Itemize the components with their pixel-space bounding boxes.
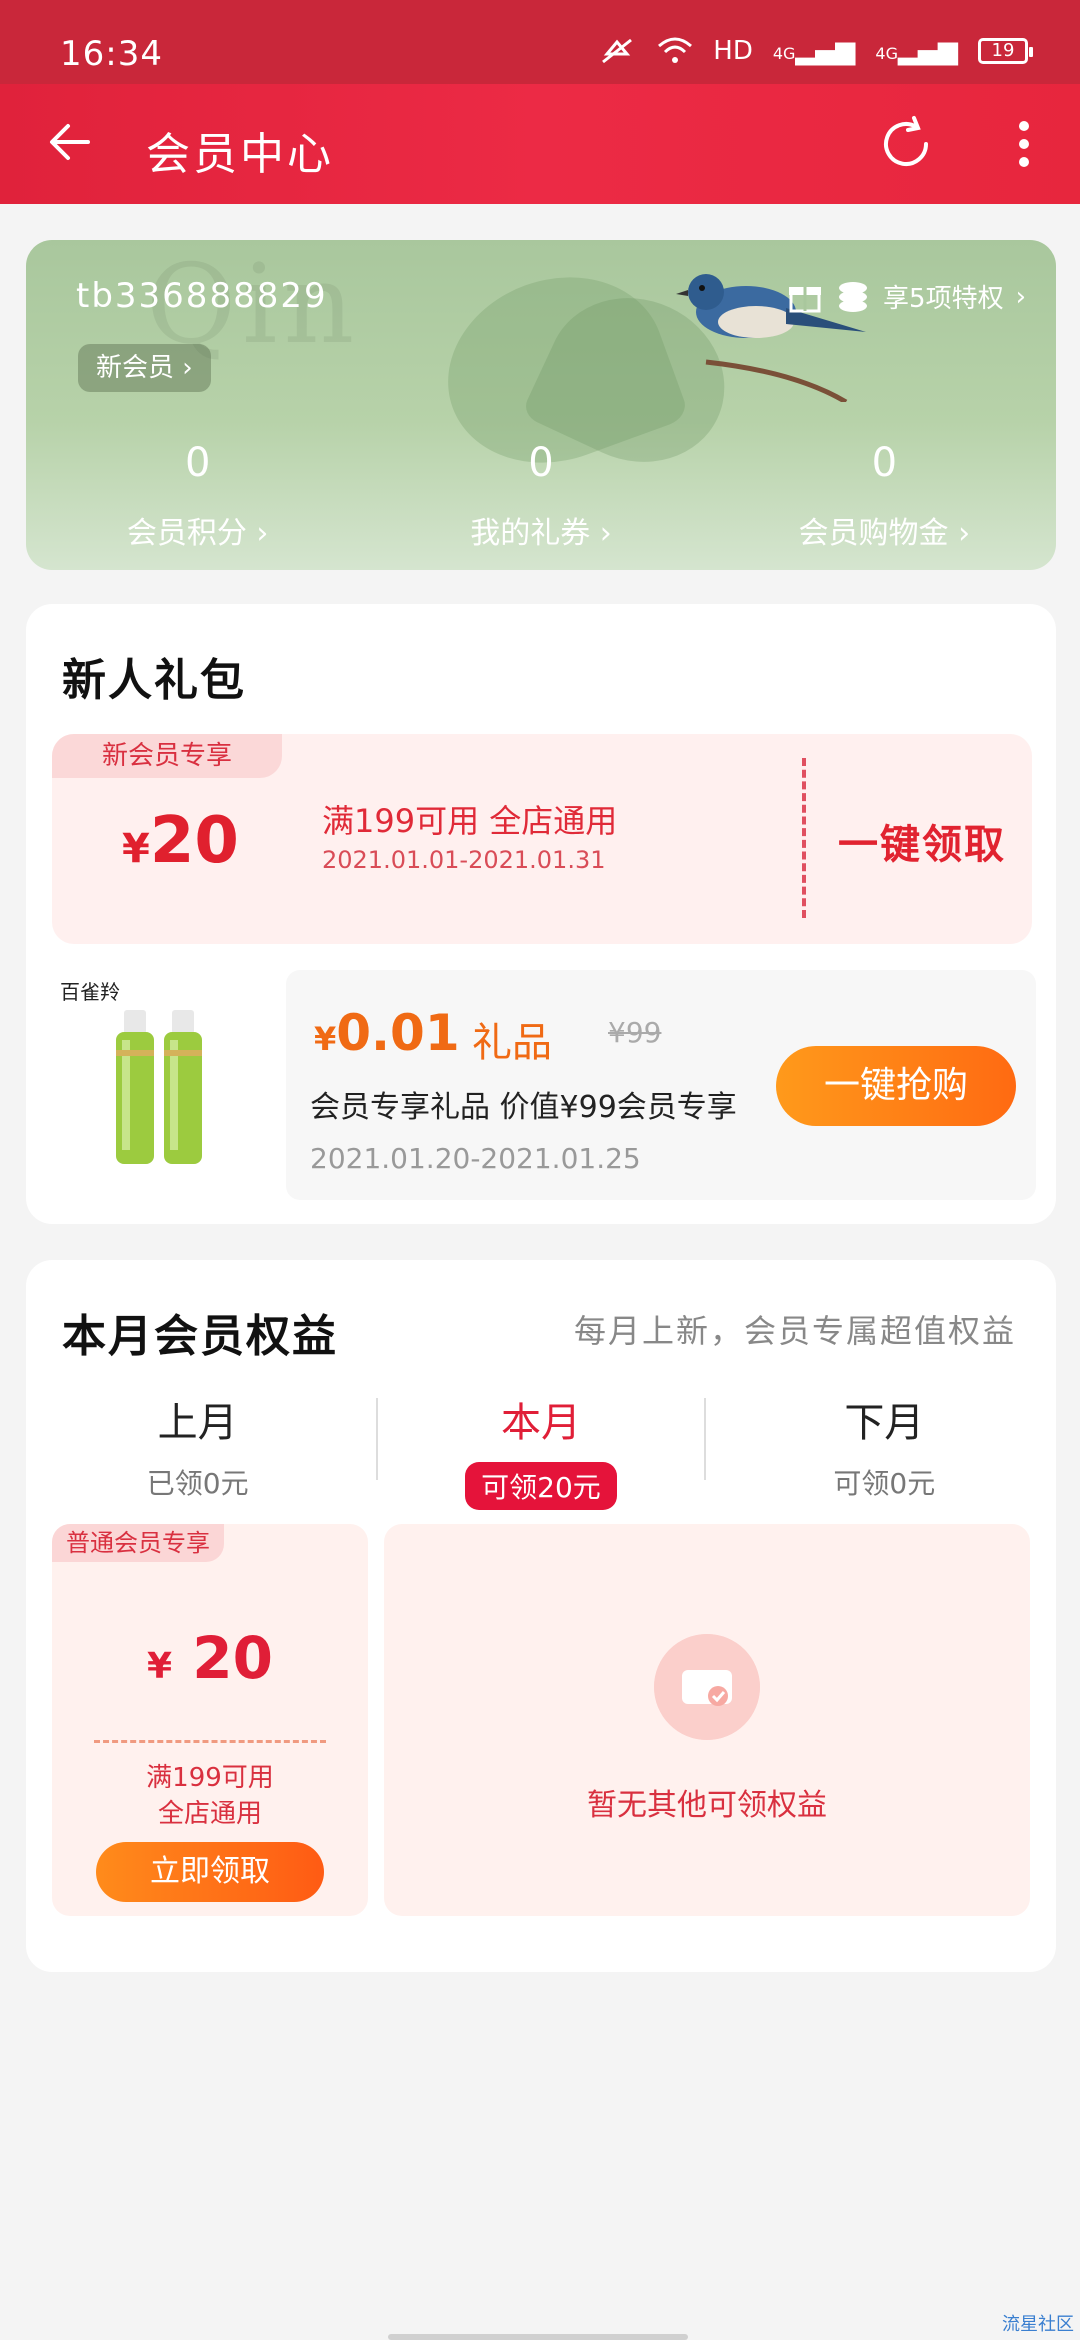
buy-now-button[interactable]: 一键抢购	[776, 1046, 1016, 1126]
new-gift-panel: 新人礼包 新会员专享 ¥20 满199可用 全店通用 2021.01.01-20…	[26, 604, 1056, 1224]
month-name: 本月	[500, 1400, 581, 1446]
wifi-icon	[658, 37, 693, 63]
benefit-amount-value: 20	[192, 1624, 273, 1692]
stat-label: 我的礼券 ›	[470, 516, 612, 551]
tab-divider	[376, 1398, 378, 1480]
tab-last-month[interactable]: 上月 已领0元	[26, 1390, 369, 1510]
empty-text: 暂无其他可领权益	[587, 1788, 827, 1823]
benefit-condition-line: 满199可用	[146, 1763, 274, 1793]
coupon-divider	[802, 758, 806, 918]
status-icons: HD 4G▂▄▆ 4G▂▄▆ 19	[597, 36, 1033, 66]
bird-illustration	[676, 274, 866, 402]
app-bar: 会员中心	[0, 84, 1080, 204]
claim-coupon-button[interactable]: 一键领取	[838, 812, 1006, 870]
gift-icon	[789, 286, 822, 312]
currency-symbol: ¥	[122, 826, 150, 872]
claim-now-button[interactable]: 立即领取	[96, 1842, 324, 1902]
product-info: ¥0.01 礼品 ¥99 会员专享礼品 价值¥99会员专享 2021.01.20…	[286, 970, 1036, 1200]
signal-icon: 4G▂▄▆	[772, 36, 856, 66]
stat-value: 0	[871, 440, 898, 486]
product-price-value: 0.01	[336, 1004, 460, 1062]
product-price: ¥0.01	[314, 1004, 460, 1062]
new-member-coupon: 新会员专享 ¥20 满199可用 全店通用 2021.01.01-2021.01…	[52, 734, 1032, 944]
member-level-badge[interactable]: 新会员 ›	[78, 344, 211, 392]
coupon-tag: 新会员专享	[52, 734, 283, 778]
stat-value: 0	[528, 440, 554, 486]
month-name: 下月	[844, 1400, 925, 1446]
privileges-label: 享5项特权	[883, 284, 1004, 314]
signal-icon-2: 4G▂▄▆	[875, 36, 958, 66]
chevron-right-icon: ›	[1015, 281, 1026, 312]
monthly-benefits-panel: 本月会员权益 每月上新，会员专属超值权益 上月 已领0元 本月 可领20元 下月…	[26, 1260, 1056, 1972]
section-title: 新人礼包	[62, 655, 246, 706]
original-price: ¥99	[608, 1016, 662, 1049]
mute-icon	[602, 38, 633, 64]
month-tabs: 上月 已领0元 本月 可领20元 下月 可领0元	[26, 1390, 1056, 1510]
watermark-text: 流星社区	[1002, 2314, 1074, 2335]
stat-points[interactable]: 0 会员积分 ›	[26, 440, 369, 552]
tab-this-month[interactable]: 本月 可领20元	[369, 1390, 712, 1510]
status-bar: 16:34 HD 4G▂▄▆ 4G▂▄▆ 19	[0, 0, 1080, 84]
tab-divider	[704, 1398, 706, 1480]
network-label: HD	[713, 36, 753, 66]
privileges-link[interactable]: 享5项特权 ›	[787, 278, 1026, 315]
member-stats: 0 会员积分 › 0 我的礼券 › 0 会员购物金 ›	[26, 440, 1056, 552]
benefit-condition: 满199可用 全店通用	[52, 1760, 368, 1832]
tab-next-month[interactable]: 下月 可领0元	[713, 1390, 1056, 1510]
coupon-amount: ¥20	[122, 804, 239, 878]
back-arrow-icon[interactable]	[44, 112, 104, 172]
stat-label: 会员购物金 ›	[798, 516, 971, 551]
stat-shopping-credit[interactable]: 0 会员购物金 ›	[713, 440, 1056, 552]
month-status-badge: 可领20元	[465, 1462, 617, 1510]
user-id: tb336888829	[76, 276, 328, 316]
member-card: Qin tb336888829 新会员 › 享5项特权 › 0 会员积分 › 0…	[26, 240, 1056, 570]
benefit-amount: ¥ 20	[52, 1624, 368, 1692]
benefit-coupon: 普通会员专享 ¥ 20 满199可用 全店通用 立即领取	[52, 1524, 368, 1916]
benefit-tag: 普通会员专享	[52, 1524, 224, 1562]
coupon-date: 2021.01.01-2021.01.31	[322, 846, 606, 874]
section-subtitle: 每月上新，会员专属超值权益	[573, 1312, 1016, 1350]
battery-icon: 19	[978, 38, 1033, 64]
currency-symbol: ¥	[147, 1646, 173, 1687]
benefit-divider	[94, 1740, 326, 1743]
coupon-amount-value: 20	[149, 804, 239, 878]
coupon-condition: 满199可用 全店通用	[322, 802, 618, 840]
gift-label: 礼品	[472, 1020, 552, 1066]
section-title: 本月会员权益	[62, 1311, 338, 1362]
currency-symbol: ¥	[314, 1020, 337, 1058]
gift-product: 百雀羚 ¥0.01 礼品 ¥99 会员专享礼品 价值¥99会员专享 2021.0…	[46, 970, 1036, 1200]
member-level-label: 新会员	[96, 353, 175, 383]
product-brand: 百雀羚	[60, 980, 120, 1004]
signal-label-2: 4G	[875, 44, 898, 63]
stat-label: 会员积分 ›	[126, 516, 269, 551]
page-title: 会员中心	[146, 129, 334, 180]
month-status: 已领0元	[146, 1467, 249, 1500]
signal-label: 4G	[772, 44, 796, 63]
empty-coupon-icon	[654, 1634, 760, 1740]
month-status: 可领0元	[833, 1467, 936, 1500]
home-indicator[interactable]	[388, 2334, 688, 2340]
stat-label-text: 会员积分	[126, 516, 247, 551]
product-description: 会员专享礼品 价值¥99会员专享	[310, 1090, 737, 1125]
coins-icon	[839, 281, 868, 312]
product-date: 2021.01.20-2021.01.25	[310, 1142, 641, 1175]
product-image[interactable]: 百雀羚	[46, 970, 276, 1200]
more-options-icon[interactable]	[1004, 114, 1044, 174]
stat-coupons[interactable]: 0 我的礼券 ›	[369, 440, 712, 552]
stat-value: 0	[184, 440, 211, 486]
benefit-condition-line: 全店通用	[157, 1799, 262, 1829]
empty-benefits: 暂无其他可领权益	[384, 1524, 1030, 1916]
refresh-icon[interactable]	[876, 114, 936, 174]
stat-label-text: 会员购物金	[798, 516, 949, 551]
month-name: 上月	[157, 1400, 238, 1446]
status-time: 16:34	[60, 34, 163, 74]
stat-label-text: 我的礼券	[470, 516, 591, 551]
